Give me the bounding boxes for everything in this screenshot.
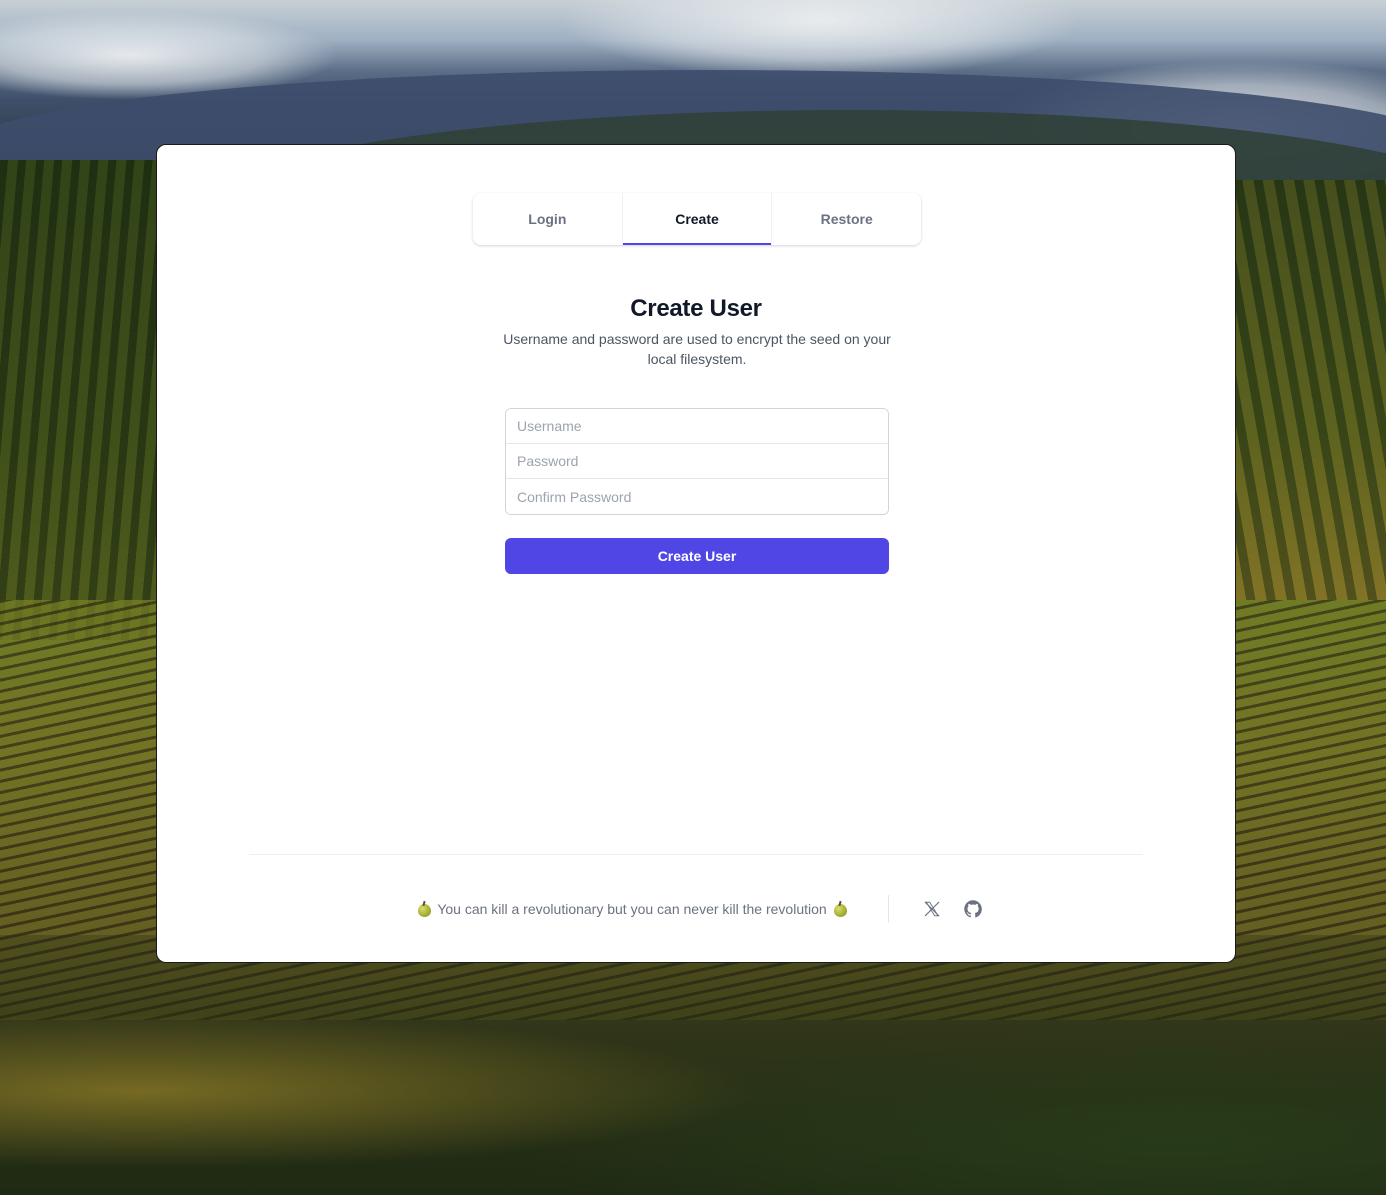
footer-separator bbox=[888, 895, 889, 923]
page-title: Create User bbox=[630, 295, 762, 322]
pear-icon bbox=[417, 901, 432, 917]
pear-icon bbox=[833, 901, 847, 917]
footer: You can kill a revolutionary but you can… bbox=[157, 893, 1235, 925]
credentials-field-group bbox=[505, 408, 889, 515]
github-icon bbox=[964, 900, 982, 918]
password-input[interactable] bbox=[506, 444, 888, 479]
footer-divider bbox=[249, 854, 1143, 855]
tab-create[interactable]: Create bbox=[622, 193, 773, 245]
footer-slogan: You can kill a revolutionary but you can… bbox=[407, 893, 857, 925]
tab-restore[interactable]: Restore bbox=[772, 193, 921, 245]
create-user-button[interactable]: Create User bbox=[505, 538, 889, 574]
x-link[interactable] bbox=[922, 899, 942, 919]
confirm-password-input[interactable] bbox=[506, 479, 888, 514]
auth-card: Login Create Restore Create User Usernam… bbox=[156, 144, 1236, 963]
github-link[interactable] bbox=[963, 899, 983, 919]
tab-login[interactable]: Login bbox=[473, 193, 623, 245]
footer-slogan-text: You can kill a revolutionary but you can… bbox=[437, 901, 827, 917]
x-icon bbox=[924, 901, 940, 917]
username-input[interactable] bbox=[506, 409, 888, 444]
page-subtitle: Username and password are used to encryp… bbox=[503, 331, 891, 367]
auth-tabs: Login Create Restore bbox=[473, 193, 921, 245]
